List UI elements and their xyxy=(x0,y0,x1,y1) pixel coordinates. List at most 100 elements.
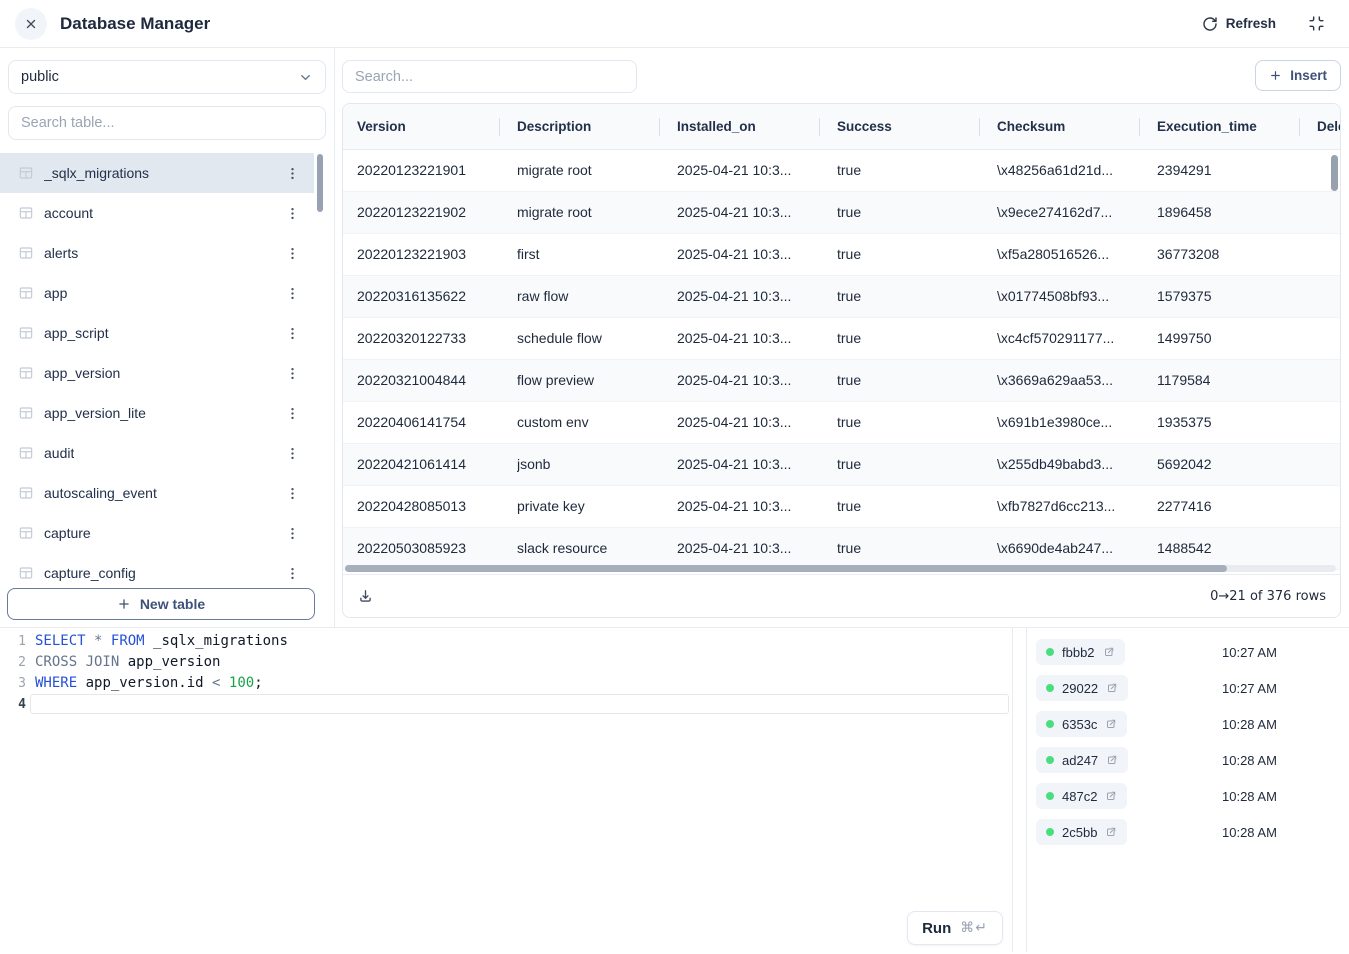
download-button[interactable] xyxy=(357,588,374,605)
table-cell[interactable]: jsonb xyxy=(517,444,669,486)
column-header[interactable]: Checksum xyxy=(997,104,1147,150)
table-cell[interactable]: true xyxy=(837,402,989,444)
sidebar-table-item[interactable]: autoscaling_event xyxy=(0,473,314,513)
table-cell[interactable]: 2025-04-21 10:3... xyxy=(677,402,829,444)
table-row[interactable]: 20220321004844flow preview2025-04-21 10:… xyxy=(343,360,1340,402)
table-row[interactable]: 20220320122733schedule flow2025-04-21 10… xyxy=(343,318,1340,360)
sidebar-table-item[interactable]: app_version_lite xyxy=(0,393,314,433)
table-menu-button[interactable] xyxy=(283,244,302,263)
table-cell[interactable]: 20220321004844 xyxy=(357,360,509,402)
table-cell[interactable]: schedule flow xyxy=(517,318,669,360)
table-cell[interactable]: 20220123221902 xyxy=(357,192,509,234)
table-row[interactable]: 20220123221902migrate root2025-04-21 10:… xyxy=(343,192,1340,234)
column-header[interactable]: Installed_on xyxy=(677,104,827,150)
query-pill[interactable]: 6353c xyxy=(1036,711,1127,737)
table-cell[interactable]: \x255db49babd3... xyxy=(997,444,1149,486)
grid-horizontal-scrollbar-thumb[interactable] xyxy=(345,565,1227,572)
table-cell[interactable]: 20220421061414 xyxy=(357,444,509,486)
grid-horizontal-scrollbar[interactable] xyxy=(345,565,1336,572)
table-cell[interactable]: \x3669a629aa53... xyxy=(997,360,1149,402)
query-pill[interactable]: 29022 xyxy=(1036,675,1128,701)
table-cell[interactable]: 36773208 xyxy=(1157,234,1309,276)
table-cell[interactable]: 2025-04-21 10:3... xyxy=(677,192,829,234)
editor-line[interactable]: 3 WHERE app_version.id < 100; xyxy=(0,673,1012,694)
table-cell[interactable]: 2277416 xyxy=(1157,486,1309,528)
table-cell[interactable]: 2025-04-21 10:3... xyxy=(677,360,829,402)
table-cell[interactable]: 1579375 xyxy=(1157,276,1309,318)
table-cell[interactable]: true xyxy=(837,150,989,192)
table-cell[interactable]: 20220316135622 xyxy=(357,276,509,318)
sidebar-table-item[interactable]: capture xyxy=(0,513,314,553)
table-cell[interactable]: slack resource xyxy=(517,528,669,570)
grid-vertical-scrollbar[interactable] xyxy=(1331,155,1338,191)
sidebar-table-item[interactable]: app_script xyxy=(0,313,314,353)
table-cell[interactable]: 5692042 xyxy=(1157,444,1309,486)
new-table-button[interactable]: New table xyxy=(7,588,315,620)
sidebar-table-item[interactable]: capture_config xyxy=(0,553,314,593)
schema-select[interactable]: public xyxy=(8,60,326,94)
query-pill[interactable]: ad247 xyxy=(1036,747,1128,773)
close-button[interactable] xyxy=(15,8,47,40)
table-menu-button[interactable] xyxy=(283,564,302,583)
external-link-icon[interactable] xyxy=(1106,682,1118,694)
table-cell[interactable]: raw flow xyxy=(517,276,669,318)
table-menu-button[interactable] xyxy=(283,204,302,223)
grid-search-input[interactable] xyxy=(342,60,637,93)
table-cell[interactable]: true xyxy=(837,444,989,486)
table-cell[interactable]: true xyxy=(837,276,989,318)
table-row[interactable]: 20220123221901migrate root2025-04-21 10:… xyxy=(343,150,1340,192)
sidebar-table-item[interactable]: app xyxy=(0,273,314,313)
table-row[interactable]: 20220421061414jsonb2025-04-21 10:3...tru… xyxy=(343,444,1340,486)
collapse-button[interactable] xyxy=(1308,15,1325,32)
table-menu-button[interactable] xyxy=(283,284,302,303)
external-link-icon[interactable] xyxy=(1106,754,1118,766)
table-cell[interactable]: 20220406141754 xyxy=(357,402,509,444)
table-cell[interactable]: 2025-04-21 10:3... xyxy=(677,318,829,360)
external-link-icon[interactable] xyxy=(1105,790,1117,802)
table-cell[interactable]: \x6690de4ab247... xyxy=(997,528,1149,570)
table-cell[interactable]: 20220503085923 xyxy=(357,528,509,570)
sidebar-table-item[interactable]: alerts xyxy=(0,233,314,273)
query-history-item[interactable]: 487c2 10:28 AM xyxy=(1036,778,1349,814)
table-cell[interactable]: \x48256a61d21d... xyxy=(997,150,1149,192)
table-cell[interactable]: \x9ece274162d7... xyxy=(997,192,1149,234)
sidebar-table-item[interactable]: account xyxy=(0,193,314,233)
table-row[interactable]: 20220406141754custom env2025-04-21 10:3.… xyxy=(343,402,1340,444)
table-row[interactable]: 20220123221903first2025-04-21 10:3...tru… xyxy=(343,234,1340,276)
column-header[interactable]: Version xyxy=(357,104,507,150)
table-menu-button[interactable] xyxy=(283,444,302,463)
table-cell[interactable]: 2025-04-21 10:3... xyxy=(677,150,829,192)
table-cell[interactable]: \x691b1e3980ce... xyxy=(997,402,1149,444)
table-cell[interactable]: 1488542 xyxy=(1157,528,1309,570)
table-menu-button[interactable] xyxy=(283,404,302,423)
table-cell[interactable]: 20220123221903 xyxy=(357,234,509,276)
query-pill[interactable]: fbbb2 xyxy=(1036,639,1125,665)
table-cell[interactable]: custom env xyxy=(517,402,669,444)
query-history-item[interactable]: 2c5bb 10:28 AM xyxy=(1036,814,1349,850)
sidebar-scrollbar[interactable] xyxy=(317,154,323,212)
table-cell[interactable]: 2025-04-21 10:3... xyxy=(677,234,829,276)
table-cell[interactable]: 1935375 xyxy=(1157,402,1309,444)
table-cell[interactable]: 1896458 xyxy=(1157,192,1309,234)
column-header[interactable]: Dele xyxy=(1317,104,1341,150)
sidebar-table-item[interactable]: app_version xyxy=(0,353,314,393)
table-menu-button[interactable] xyxy=(283,364,302,383)
external-link-icon[interactable] xyxy=(1105,826,1117,838)
table-menu-button[interactable] xyxy=(283,524,302,543)
table-cell[interactable]: 2025-04-21 10:3... xyxy=(677,276,829,318)
refresh-button[interactable]: Refresh xyxy=(1202,16,1276,32)
table-row[interactable]: 20220503085923slack resource2025-04-21 1… xyxy=(343,528,1340,570)
table-cell[interactable]: migrate root xyxy=(517,192,669,234)
sql-editor[interactable]: 1 SELECT * FROM _sqlx_migrations 2 CROSS… xyxy=(0,628,1013,952)
table-menu-button[interactable] xyxy=(283,484,302,503)
external-link-icon[interactable] xyxy=(1103,646,1115,658)
table-row[interactable]: 20220316135622raw flow2025-04-21 10:3...… xyxy=(343,276,1340,318)
table-cell[interactable]: flow preview xyxy=(517,360,669,402)
query-history-item[interactable]: 6353c 10:28 AM xyxy=(1036,706,1349,742)
column-header[interactable]: Description xyxy=(517,104,667,150)
table-cell[interactable]: 2025-04-21 10:3... xyxy=(677,444,829,486)
query-history-item[interactable]: 29022 10:27 AM xyxy=(1036,670,1349,706)
table-menu-button[interactable] xyxy=(283,324,302,343)
query-history-item[interactable]: ad247 10:28 AM xyxy=(1036,742,1349,778)
editor-line[interactable]: 4 xyxy=(0,694,1012,715)
